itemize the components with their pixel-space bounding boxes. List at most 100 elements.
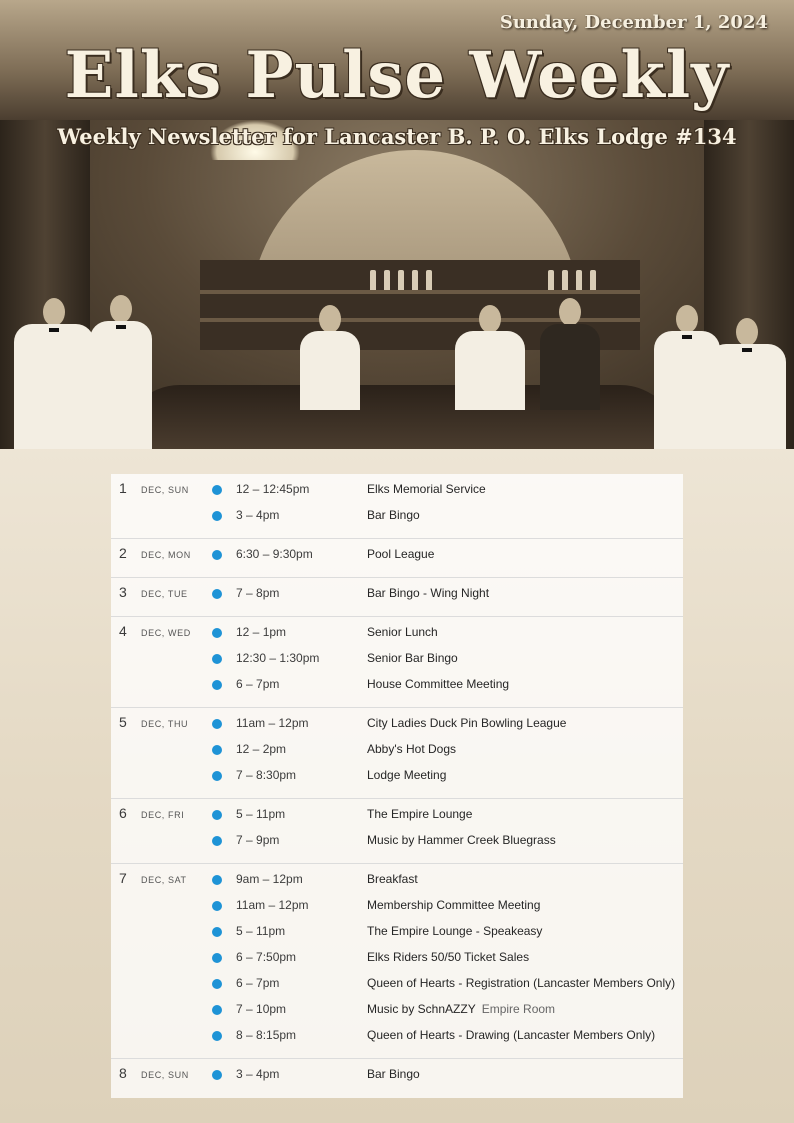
event-row[interactable]: 12 – 12:45pm Elks Memorial Service (111, 480, 683, 506)
event-dot-icon (212, 901, 222, 911)
day-group: 2 DEC, MON 6:30 – 9:30pm Pool League (111, 539, 683, 578)
day-group: 3 DEC, TUE 7 – 8pm Bar Bingo - Wing Night (111, 578, 683, 617)
event-row[interactable]: 3 – 4pm Bar Bingo (111, 1065, 683, 1091)
event-row[interactable]: 5 – 11pm The Empire Lounge (111, 805, 683, 831)
bartender-figure (90, 295, 152, 449)
event-dot-icon (212, 511, 222, 521)
event-title-text: Senior Lunch (367, 625, 438, 639)
newsletter-subtitle: Weekly Newsletter for Lancaster B. P. O.… (57, 124, 737, 149)
event-time: 12 – 12:45pm (236, 482, 310, 496)
event-title: Senior Lunch (367, 625, 438, 639)
event-title: Lodge Meeting (367, 768, 446, 782)
event-row[interactable]: 9am – 12pm Breakfast (111, 870, 683, 896)
event-title: The Empire Lounge - Speakeasy (367, 924, 542, 938)
event-title-text: Elks Riders 50/50 Ticket Sales (367, 950, 530, 964)
event-time: 12:30 – 1:30pm (236, 651, 320, 665)
event-time: 6 – 7pm (236, 976, 280, 990)
event-time: 9am – 12pm (236, 872, 303, 886)
event-location: Empire Room (481, 1002, 556, 1016)
event-dot-icon (212, 550, 222, 560)
event-dot-icon (212, 875, 222, 885)
event-row[interactable]: 12 – 1pm Senior Lunch (111, 623, 683, 649)
event-title-text: City Ladies Duck Pin Bowling League (367, 716, 567, 730)
event-title-text: Breakfast (367, 872, 418, 886)
event-title: Bar Bingo (367, 1067, 420, 1081)
day-group: 6 DEC, FRI 5 – 11pm The Empire Lounge 7 – 9p… (111, 799, 683, 864)
day-group: 1 DEC, SUN 12 – 12:45pm Elks Memorial Servi… (111, 474, 683, 539)
event-row[interactable]: 6 – 7pm Queen of Hearts - Registration (L… (111, 974, 683, 1000)
newsletter-title: Elks Pulse Weekly (64, 38, 730, 113)
event-title: House Committee Meeting (367, 677, 509, 691)
event-dot-icon (212, 927, 222, 937)
day-group: 7 DEC, SAT 9am – 12pm Breakfast 11am – 12pm M… (111, 864, 683, 1059)
event-time: 7 – 8:30pm (236, 768, 297, 782)
weekly-calendar: 1 DEC, SUN 12 – 12:45pm Elks Memorial Servi… (111, 474, 683, 1098)
day-group: 4 DEC, WED 12 – 1pm Senior Lunch 12:30 – 1:3… (111, 617, 683, 708)
event-time: 11am – 12pm (236, 716, 309, 730)
event-row[interactable]: 11am – 12pm City Ladies Duck Pin Bowling … (111, 714, 683, 740)
event-row[interactable]: 6 – 7pm House Committee Meeting (111, 675, 683, 701)
man-in-suit-figure (540, 298, 600, 410)
event-row[interactable]: 6 – 7:50pm Elks Riders 50/50 Ticket Sales (111, 948, 683, 974)
event-dot-icon (212, 979, 222, 989)
event-dot-icon (212, 810, 222, 820)
event-time: 7 – 8pm (236, 586, 280, 600)
event-dot-icon (212, 1005, 222, 1015)
event-row[interactable]: 3 – 4pm Bar Bingo (111, 506, 683, 532)
event-title-text: House Committee Meeting (367, 677, 510, 691)
header-photo: Sunday, December 1, 2024 Elks Pulse Week… (0, 0, 794, 449)
event-title: Abby's Hot Dogs (367, 742, 456, 756)
event-time: 12 – 2pm (236, 742, 287, 756)
event-row[interactable]: 5 – 11pm The Empire Lounge - Speakeasy (111, 922, 683, 948)
event-row[interactable]: 12 – 2pm Abby's Hot Dogs (111, 740, 683, 766)
event-title: City Ladies Duck Pin Bowling League (367, 716, 566, 730)
event-title: The Empire Lounge (367, 807, 472, 821)
event-time: 3 – 4pm (236, 1067, 280, 1081)
event-dot-icon (212, 628, 222, 638)
bartender-figure (708, 318, 786, 449)
event-title: Queen of Hearts - Drawing (Lancaster Mem… (367, 1028, 655, 1042)
event-row[interactable]: 12:30 – 1:30pm Senior Bar Bingo (111, 649, 683, 675)
event-dot-icon (212, 589, 222, 599)
event-title: Membership Committee Meeting (367, 898, 540, 912)
event-title: Queen of Hearts - Registration (Lancaste… (367, 976, 675, 990)
event-title-text: Senior Bar Bingo (367, 651, 458, 665)
day-group: 8 DEC, SUN 3 – 4pm Bar Bingo (111, 1059, 683, 1097)
event-row[interactable]: 7 – 10pm Music by SchnAZZY Empire Room (111, 1000, 683, 1026)
event-title: Pool League (367, 547, 434, 561)
event-row[interactable]: 6:30 – 9:30pm Pool League (111, 545, 683, 571)
event-title-text: Bar Bingo (367, 1067, 420, 1081)
event-title-text: Bar Bingo (367, 508, 420, 522)
event-title: Elks Riders 50/50 Ticket Sales (367, 950, 529, 964)
event-time: 6 – 7pm (236, 677, 280, 691)
event-row[interactable]: 7 – 8pm Bar Bingo - Wing Night (111, 584, 683, 610)
event-dot-icon (212, 836, 222, 846)
event-row[interactable]: 8 – 8:15pm Queen of Hearts - Drawing (Lan… (111, 1026, 683, 1052)
event-dot-icon (212, 953, 222, 963)
event-dot-icon (212, 485, 222, 495)
event-row[interactable]: 7 – 8:30pm Lodge Meeting (111, 766, 683, 792)
issue-date: Sunday, December 1, 2024 (499, 12, 768, 33)
event-title: Bar Bingo - Wing Night (367, 586, 489, 600)
event-title-text: Music by SchnAZZY (367, 1002, 476, 1016)
event-row[interactable]: 7 – 9pm Music by Hammer Creek Bluegrass (111, 831, 683, 857)
event-time: 3 – 4pm (236, 508, 280, 522)
event-title-text: Queen of Hearts - Drawing (Lancaster Mem… (367, 1028, 656, 1042)
event-title-text: Lodge Meeting (367, 768, 447, 782)
event-title-text: Bar Bingo - Wing Night (367, 586, 490, 600)
event-time: 7 – 10pm (236, 1002, 287, 1016)
event-title-text: The Empire Lounge - Speakeasy (367, 924, 543, 938)
event-time: 5 – 11pm (236, 807, 286, 821)
event-title: Music by SchnAZZY Empire Room (367, 1002, 555, 1016)
event-title: Bar Bingo (367, 508, 420, 522)
event-title-text: Membership Committee Meeting (367, 898, 541, 912)
event-time: 5 – 11pm (236, 924, 286, 938)
event-title: Breakfast (367, 872, 418, 886)
event-row[interactable]: 11am – 12pm Membership Committee Meeting (111, 896, 683, 922)
day-group: 5 DEC, THU 11am – 12pm City Ladies Duck Pin… (111, 708, 683, 799)
event-title: Senior Bar Bingo (367, 651, 458, 665)
event-title-text: Abby's Hot Dogs (367, 742, 456, 756)
bartender-figure (300, 305, 360, 410)
event-time: 8 – 8:15pm (236, 1028, 297, 1042)
event-time: 11am – 12pm (236, 898, 309, 912)
